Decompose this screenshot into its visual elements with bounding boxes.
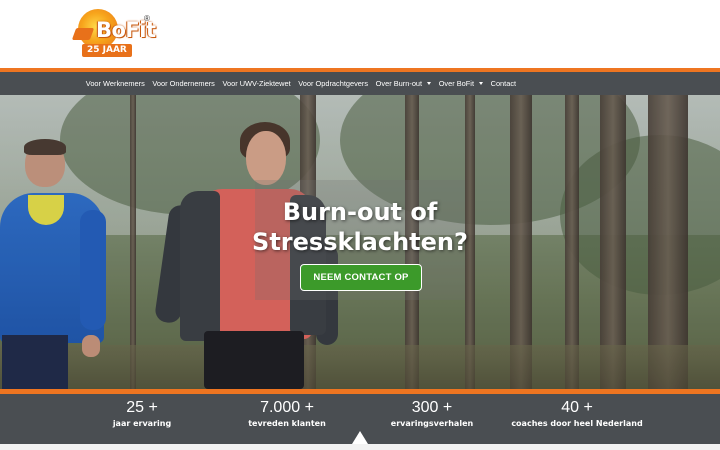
hero-title: Burn-out of Stressklachten? <box>200 197 520 257</box>
hero-title-line1: Burn-out of <box>282 198 438 226</box>
hero-title-line2: Stressklachten? <box>252 228 468 256</box>
stat-stories: 300 + ervaringsverhalen <box>352 399 512 430</box>
stat-value: 300 + <box>411 399 453 416</box>
registered-mark: ® <box>144 14 150 23</box>
bofit-logo[interactable]: BoFit ® 25 JAAR <box>71 6 156 60</box>
chevron-down-icon <box>479 82 484 85</box>
contact-cta-button[interactable]: NEEM CONTACT OP <box>300 264 422 291</box>
stat-label: jaar ervaring <box>112 419 172 428</box>
stat-value: 25 + <box>126 399 158 416</box>
stat-value: 40 + <box>561 399 593 416</box>
nav-item-werknemers[interactable]: Voor Werknemers <box>86 79 145 88</box>
hero-banner: Burn-out of Stressklachten? NEEM CONTACT… <box>0 95 720 389</box>
stat-label: ervaringsverhalen <box>390 419 474 428</box>
nav-item-ondernemers[interactable]: Voor Ondernemers <box>152 79 214 88</box>
site-header: BoFit ® 25 JAAR <box>0 0 720 69</box>
chevron-down-icon <box>427 82 432 85</box>
section-pointer-icon <box>352 431 368 444</box>
anniversary-badge: 25 JAAR <box>82 44 132 57</box>
stat-value: 7.000 + <box>260 399 314 416</box>
stat-label: tevreden klanten <box>248 419 326 428</box>
stat-label: coaches door heel Nederland <box>511 419 643 428</box>
next-section-edge <box>0 444 720 450</box>
nav-item-over-bofit[interactable]: Over BoFit <box>439 79 484 88</box>
nav-item-contact[interactable]: Contact <box>491 79 516 88</box>
nav-item-opdrachtgevers[interactable]: Voor Opdrachtgevers <box>298 79 368 88</box>
stat-clients: 7.000 + tevreden klanten <box>207 399 367 430</box>
main-nav: Voor Werknemers Voor Ondernemers Voor UW… <box>0 72 720 95</box>
nav-item-over-burn-out[interactable]: Over Burn-out <box>376 79 432 88</box>
stat-coaches: 40 + coaches door heel Nederland <box>497 399 657 430</box>
stat-years: 25 + jaar ervaring <box>62 399 222 430</box>
nav-item-uwv-ziektewet[interactable]: Voor UWV-Ziektewet <box>222 79 290 88</box>
